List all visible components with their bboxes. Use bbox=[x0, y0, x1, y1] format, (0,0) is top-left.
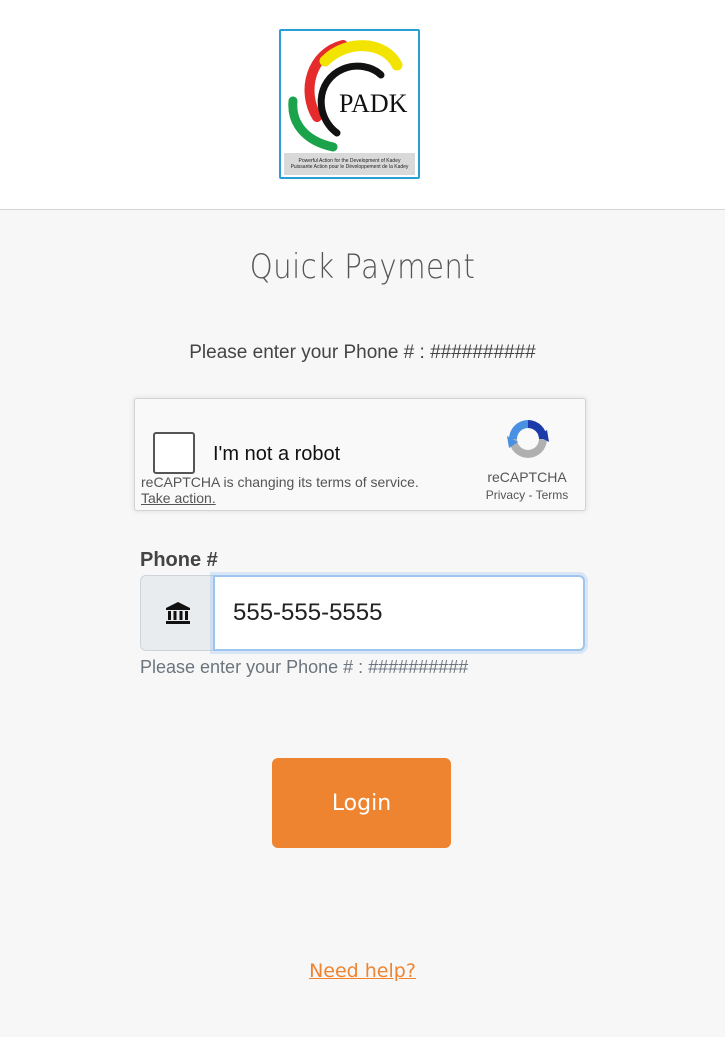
need-help-container: Need help? bbox=[0, 960, 725, 982]
recaptcha-take-action-link[interactable]: Take action. bbox=[141, 490, 216, 506]
recaptcha-widget: I'm not a robot reCAPTCHA is changing it… bbox=[134, 398, 586, 511]
need-help-link[interactable]: Need help? bbox=[309, 960, 416, 982]
recaptcha-privacy-link[interactable]: Privacy bbox=[486, 488, 525, 502]
recaptcha-label: I'm not a robot bbox=[213, 443, 341, 465]
recaptcha-link-separator: - bbox=[528, 488, 533, 502]
padk-logo: PADK Powerful Action for the Development… bbox=[279, 29, 420, 179]
recaptcha-logo-icon bbox=[507, 420, 549, 458]
login-button[interactable]: Login bbox=[272, 758, 451, 848]
recaptcha-terms-link[interactable]: Terms bbox=[536, 488, 569, 502]
phone-help-text: Please enter your Phone # : ########## bbox=[140, 657, 469, 677]
bank-icon bbox=[166, 602, 190, 624]
logo-tagline-fr: Puissante Action pour le Développement d… bbox=[290, 164, 409, 170]
recaptcha-brand: reCAPTCHA bbox=[487, 469, 567, 485]
phone-label: Phone # bbox=[140, 549, 218, 571]
page-title: Quick Payment bbox=[249, 247, 476, 287]
recaptcha-notice: reCAPTCHA is changing its terms of servi… bbox=[141, 474, 419, 490]
phone-input[interactable] bbox=[213, 575, 585, 651]
logo-text: PADK bbox=[339, 89, 408, 118]
phone-addon bbox=[140, 575, 216, 651]
phone-input-group bbox=[140, 575, 585, 651]
logo-tagline: Powerful Action for the Development of K… bbox=[284, 153, 415, 175]
recaptcha-checkbox[interactable] bbox=[153, 432, 195, 474]
header: PADK Powerful Action for the Development… bbox=[0, 0, 725, 210]
instruction-text: Please enter your Phone # : ########## bbox=[189, 342, 536, 363]
recaptcha-links: Privacy - Terms bbox=[475, 488, 579, 502]
